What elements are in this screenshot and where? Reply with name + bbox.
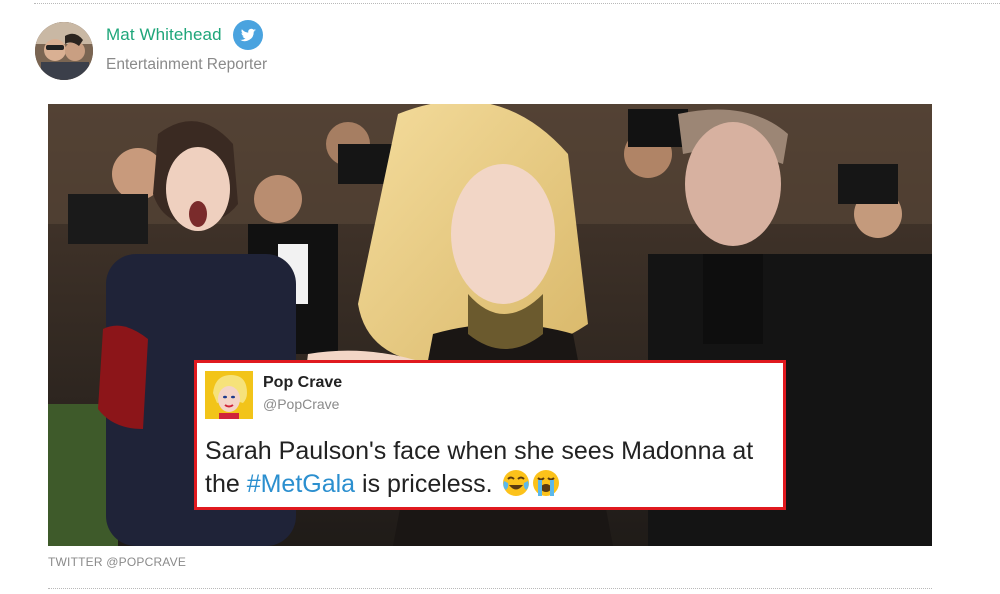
- bottom-divider: [48, 588, 932, 589]
- top-divider: [34, 3, 1000, 4]
- article-embed: Mat Whitehead Entertainment Reporter Pop…: [0, 0, 1000, 594]
- photo-caption: TWITTER @POPCRAVE: [48, 555, 187, 569]
- tweet-handle[interactable]: @PopCrave: [263, 396, 339, 412]
- tweet-display-name[interactable]: Pop Crave: [263, 374, 342, 392]
- face-with-tears-of-joy-icon: [502, 469, 530, 497]
- tweet-text: Sarah Paulson's face when she sees Madon…: [205, 435, 785, 501]
- tweet-text-after: is priceless.: [355, 470, 493, 498]
- author-avatar[interactable]: [35, 22, 93, 80]
- author-name[interactable]: Mat Whitehead: [106, 25, 222, 45]
- author-role: Entertainment Reporter: [106, 56, 268, 73]
- loudly-crying-face-icon: [532, 469, 560, 497]
- embedded-tweet[interactable]: Pop Crave @PopCrave Sarah Paulson's face…: [194, 360, 786, 510]
- twitter-bird-icon[interactable]: [233, 20, 263, 50]
- pop-crave-avatar[interactable]: [205, 371, 253, 419]
- hashtag-link[interactable]: #MetGala: [247, 470, 355, 498]
